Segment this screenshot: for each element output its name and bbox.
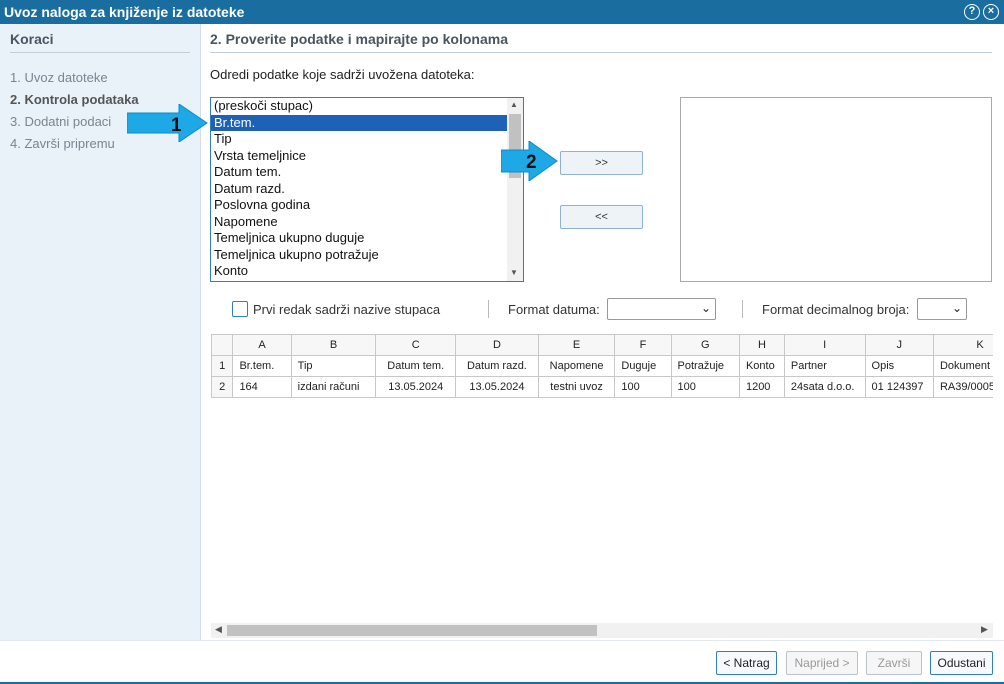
table-row: 2 164 izdani računi 13.05.2024 13.05.202… — [211, 376, 993, 398]
remove-mapping-button[interactable]: << — [560, 205, 643, 229]
table-cell: Tip — [290, 355, 377, 377]
step-upload-file: 1. Uvoz datoteke — [10, 70, 108, 85]
table-cell: Partner — [783, 355, 866, 377]
date-format-select[interactable]: ⌄ — [607, 298, 716, 320]
sidebar-title: Koraci — [10, 31, 190, 53]
grid-horizontal-scrollbar[interactable]: ◀ ▶ — [211, 623, 993, 638]
window-title: Uvoz naloga za knjiženje iz datoteke — [4, 4, 245, 20]
table-cell: Konto — [738, 355, 785, 377]
table-cell: Datum razd. — [455, 355, 539, 377]
help-icon[interactable]: ? — [964, 4, 980, 20]
annotation-1-label: 1 — [171, 115, 182, 136]
list-item[interactable]: (preskoči stupac) — [211, 98, 507, 114]
list-item[interactable]: Konto — [211, 263, 507, 279]
step-additional-data: 3. Dodatni podaci — [10, 114, 112, 129]
list-item[interactable]: Napomene — [211, 214, 507, 230]
page-title: 2. Proverite podatke i mapirajte po kolo… — [210, 31, 992, 53]
first-row-header-checkbox[interactable] — [232, 301, 248, 317]
step-finish: 4. Završi pripremu — [10, 136, 115, 151]
table-cell: Duguje — [614, 355, 672, 377]
table-cell: izdani računi — [290, 376, 377, 398]
scroll-left-icon[interactable]: ◀ — [215, 624, 222, 635]
table-cell: Napomene — [537, 355, 616, 377]
list-item-selected[interactable]: Br.tem. — [211, 115, 507, 131]
table-cell: 1200 — [738, 376, 785, 398]
row-number: 2 — [211, 376, 234, 398]
annotation-2-label: 2 — [526, 152, 537, 173]
field-listbox[interactable]: (preskoči stupac) Br.tem. Tip Vrsta teme… — [210, 97, 524, 282]
table-cell: 24sata d.o.o. — [783, 376, 866, 398]
close-icon[interactable]: × — [983, 4, 999, 20]
column-header-row: A B C D E F G H I J K — [211, 334, 993, 356]
column-header[interactable]: I — [783, 334, 866, 356]
table-cell: testni uvoz — [537, 376, 616, 398]
window-titlebar: Uvoz naloga za knjiženje iz datoteke ? × — [0, 0, 1004, 24]
column-header[interactable]: E — [537, 334, 616, 356]
scroll-down-icon[interactable]: ▼ — [510, 268, 518, 277]
table-cell: 13.05.2024 — [455, 376, 539, 398]
list-item[interactable]: Temeljnica ukupno potražuje — [211, 247, 507, 263]
list-item[interactable]: Datum tem. — [211, 164, 507, 180]
list-item[interactable]: Tip — [211, 131, 507, 147]
annotation-arrow-2-icon: 2 — [501, 141, 558, 181]
column-header[interactable]: C — [375, 334, 457, 356]
table-cell: Dokument — [932, 355, 993, 377]
table-cell: Datum tem. — [375, 355, 457, 377]
finish-button[interactable]: Završi — [866, 651, 922, 675]
scroll-thumb[interactable] — [227, 625, 597, 636]
decimal-format-label: Format decimalnog broja: — [762, 302, 910, 317]
table-cell: 01 124397 — [864, 376, 934, 398]
first-row-header-label: Prvi redak sadrži nazive stupaca — [253, 302, 441, 317]
add-mapping-button[interactable]: >> — [560, 151, 643, 175]
decimal-format-select[interactable]: ⌄ — [917, 298, 967, 320]
back-button[interactable]: < Natrag — [716, 651, 777, 675]
table-cell: Br.tem. — [232, 355, 292, 377]
table-cell: 13.05.2024 — [375, 376, 457, 398]
chevron-down-icon: ⌄ — [700, 301, 711, 315]
table-cell: RA39/0005/24 — [932, 376, 993, 398]
next-button[interactable]: Naprijed > — [786, 651, 858, 675]
list-item[interactable]: Temeljnica ukupno duguje — [211, 230, 507, 246]
column-header[interactable]: F — [614, 334, 672, 356]
column-header[interactable]: B — [290, 334, 377, 356]
table-row: 1 Br.tem. Tip Datum tem. Datum razd. Nap… — [211, 355, 993, 377]
corner-cell — [211, 334, 234, 356]
annotation-arrow-1-icon: 1 — [127, 104, 208, 142]
list-item[interactable]: Vrsta temeljnice — [211, 148, 507, 164]
row-number: 1 — [211, 355, 234, 377]
dialog-footer: < Natrag Naprijed > Završi Odustani — [0, 640, 1004, 684]
scroll-up-icon[interactable]: ▲ — [510, 100, 518, 109]
instruction-text: Odredi podatke koje sadrži uvožena datot… — [210, 67, 475, 82]
divider — [488, 300, 489, 318]
table-cell: 100 — [614, 376, 672, 398]
column-header[interactable]: H — [738, 334, 785, 356]
list-item[interactable]: Poslovna godina — [211, 197, 507, 213]
mapped-fields-listbox[interactable] — [680, 97, 992, 282]
import-options-bar: Prvi redak sadrži nazive stupaca Format … — [232, 298, 992, 322]
listbox-scrollbar[interactable]: ▲ ▼ — [507, 98, 523, 281]
column-header[interactable]: D — [455, 334, 539, 356]
cancel-button[interactable]: Odustani — [930, 651, 993, 675]
column-header[interactable]: G — [670, 334, 740, 356]
table-cell: Opis — [864, 355, 934, 377]
divider — [742, 300, 743, 318]
list-item[interactable]: Datum razd. — [211, 181, 507, 197]
step-data-check: 2. Kontrola podataka — [10, 92, 139, 107]
table-cell: 164 — [232, 376, 292, 398]
chevron-down-icon: ⌄ — [951, 301, 962, 315]
column-header[interactable]: J — [864, 334, 934, 356]
column-header[interactable]: A — [232, 334, 292, 356]
scroll-right-icon[interactable]: ▶ — [981, 624, 988, 635]
date-format-label: Format datuma: — [508, 302, 600, 317]
table-cell: 100 — [670, 376, 740, 398]
data-preview-grid: A B C D E F G H I J K 1 Br.tem. Tip Datu… — [211, 334, 993, 398]
table-cell: Potražuje — [670, 355, 740, 377]
column-header[interactable]: K — [932, 334, 993, 356]
